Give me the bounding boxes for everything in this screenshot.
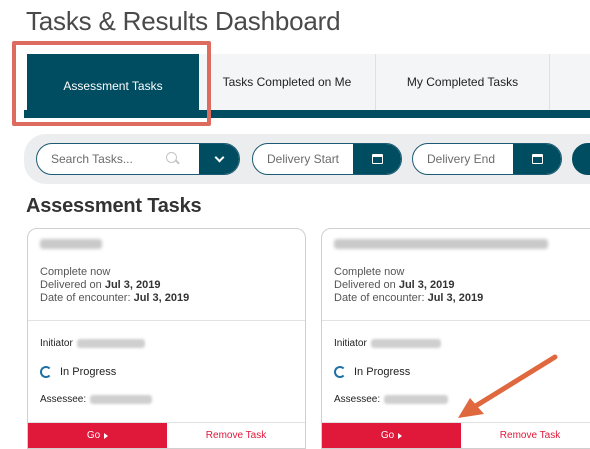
page-title: Tasks & Results Dashboard (26, 6, 341, 36)
search-field[interactable]: Search Tasks... (36, 143, 240, 175)
tab-my-completed-tasks[interactable]: My Completed Tasks (375, 54, 549, 110)
progress-status: In Progress (354, 366, 411, 378)
delivered-label: Delivered on (334, 279, 396, 291)
tab-bar: Assessment Tasks Tasks Completed on Me M… (0, 54, 590, 120)
assessee-row: Assessee: (40, 394, 153, 405)
go-label: Go (86, 430, 101, 441)
calendar-icon (531, 154, 543, 164)
in-progress-icon (40, 366, 52, 378)
task-card-header: Complete now Delivered on Jul 3, 2019 Da… (28, 229, 305, 321)
tab-tasks-completed-on-me[interactable]: Tasks Completed on Me (199, 54, 375, 110)
task-actions: Go Remove Task (322, 422, 590, 448)
tab-more[interactable] (549, 54, 590, 110)
go-button[interactable]: Go (28, 423, 167, 448)
assessee-row: Assessee: (334, 394, 449, 405)
delivered-label: Delivered on (40, 279, 102, 291)
delivered-date: Jul 3, 2019 (398, 279, 455, 291)
remove-task-button[interactable]: Remove Task (461, 423, 590, 448)
task-actions: Go Remove Task (28, 422, 305, 448)
redacted-title (40, 239, 102, 249)
search-dropdown-button[interactable] (199, 144, 239, 174)
task-status-line: Complete now (334, 266, 405, 278)
delivered-line: Delivered on Jul 3, 2019 (334, 279, 454, 291)
go-label: Go (380, 430, 395, 441)
task-card: Complete now Delivered on Jul 3, 2019 Da… (27, 228, 306, 449)
tab-underline (24, 110, 590, 118)
progress-row: In Progress (334, 366, 410, 378)
progress-status: In Progress (60, 366, 117, 378)
task-status-line: Complete now (40, 266, 111, 278)
redacted-assessee (384, 395, 449, 404)
section-heading: Assessment Tasks (26, 195, 202, 217)
remove-task-button[interactable]: Remove Task (167, 423, 305, 448)
delivery-end-field[interactable]: Delivery End (412, 143, 562, 175)
tab-assessment-tasks[interactable]: Assessment Tasks (27, 54, 199, 118)
encounter-label: Date of encounter: (334, 292, 425, 304)
delivery-start-field[interactable]: Delivery Start (252, 143, 402, 175)
play-icon (104, 432, 109, 439)
redacted-initiator (370, 339, 441, 348)
redacted-assessee (90, 395, 153, 404)
initiator-row: Initiator (40, 338, 145, 349)
delivered-date: Jul 3, 2019 (104, 279, 161, 291)
encounter-date: Jul 3, 2019 (427, 292, 484, 304)
redacted-title (334, 239, 548, 249)
redacted-initiator (76, 339, 145, 348)
in-progress-icon (334, 366, 346, 378)
assessee-label: Assessee: (40, 394, 87, 405)
initiator-label: Initiator (40, 338, 73, 349)
initiator-label: Initiator (334, 338, 367, 349)
encounter-date: Jul 3, 2019 (133, 292, 190, 304)
progress-row: In Progress (40, 366, 116, 378)
encounter-label: Date of encounter: (40, 292, 131, 304)
delivered-line: Delivered on Jul 3, 2019 (40, 279, 160, 291)
encounter-line: Date of encounter: Jul 3, 2019 (334, 292, 483, 304)
play-icon (398, 432, 403, 439)
search-icon (166, 152, 177, 163)
encounter-line: Date of encounter: Jul 3, 2019 (40, 292, 189, 304)
chevron-down-icon (214, 152, 224, 162)
go-button[interactable]: Go (322, 423, 461, 448)
filter-bar: Search Tasks... Delivery Start Delivery … (24, 134, 590, 184)
calendar-icon (371, 154, 383, 164)
delivery-start-calendar-button[interactable] (353, 144, 401, 174)
task-card-header: Complete now Delivered on Jul 3, 2019 Da… (322, 229, 590, 321)
task-card: Complete now Delivered on Jul 3, 2019 Da… (321, 228, 590, 449)
extra-filter-button[interactable] (572, 143, 590, 175)
assessee-label: Assessee: (334, 394, 381, 405)
delivery-start-input[interactable]: Delivery Start (253, 152, 353, 166)
initiator-row: Initiator (334, 338, 441, 349)
delivery-end-calendar-button[interactable] (513, 144, 561, 174)
delivery-end-input[interactable]: Delivery End (413, 152, 513, 166)
